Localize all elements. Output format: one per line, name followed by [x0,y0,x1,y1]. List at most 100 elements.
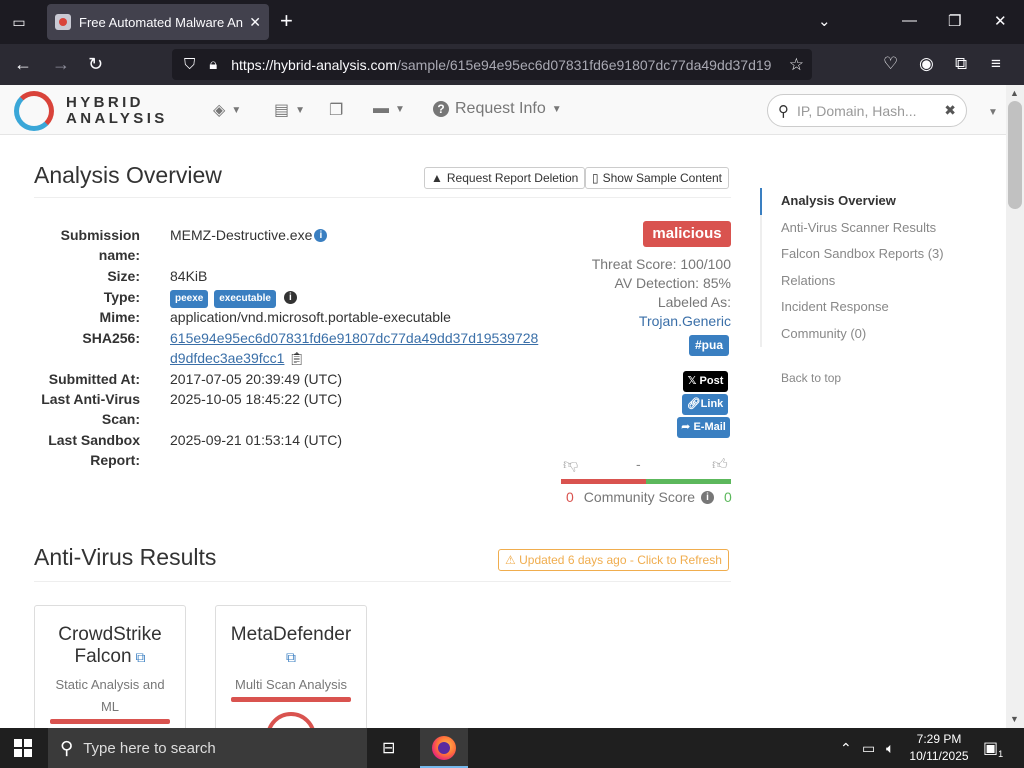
pocket-icon[interactable]: ♡ [883,54,898,74]
menu-request-info[interactable]: ? Request Info ▼ [433,100,562,118]
back-to-top-link[interactable]: Back to top [781,371,841,385]
logo-text[interactable]: HYBRID ANALYSIS [66,95,168,127]
lock-icon[interactable]: 🔒︎ [209,56,217,73]
sha256-link[interactable]: d9dfdec3ae39fcc1 [170,350,284,366]
taskbar-search-box[interactable]: ⚲ Type here to search [48,728,367,768]
browser-tab[interactable]: Free Automated Malware Analy ✕ [47,4,269,40]
network-icon[interactable]: ▭ [862,740,875,757]
caret-down-icon: ▼ [551,103,562,115]
av-result-bar [50,719,170,724]
windows-start-icon[interactable] [14,739,32,757]
notification-count: 1 [998,749,1004,760]
close-tab-icon[interactable]: ✕ [249,14,261,31]
av-card-metadefender: MetaDefender ⧉ Multi Scan Analysis [215,605,367,728]
share-x-post-button[interactable]: 𝕏 Post [683,371,728,392]
minimize-icon[interactable]: — [902,12,917,29]
label-line: Last Anti-Virus [41,391,140,407]
scroll-down-icon[interactable]: ▼ [1010,714,1019,724]
task-view-icon[interactable]: ⊟ [382,738,395,758]
side-nav-falcon-sandbox-reports[interactable]: Falcon Sandbox Reports (3) [762,241,1000,268]
header-dropdown-caret-icon[interactable]: ▼ [988,107,998,118]
main-content: Analysis Overview ▲ Request Report Deleti… [0,136,1006,728]
community-score-bar [561,479,731,484]
sha256-label: SHA256: [82,330,140,346]
av-detection: AV Detection: 85% [614,275,731,291]
last-sandbox-report-value: 2025-09-21 01:53:14 (UTC) [170,432,342,448]
info-icon[interactable]: i [700,491,714,504]
site-header: HYBRID ANALYSIS ◈ ▼ ▤ ▼ ❐ ▬ ▼ ? Request Inf… [0,85,1006,135]
menu-folder-dropdown[interactable]: ▬ ▼ [373,100,405,118]
av-sub-line: Static Analysis and [55,677,165,692]
info-icon[interactable]: i [314,229,328,242]
thumbs-down-icon[interactable]: 👎︎ [563,456,578,474]
detection-gauge [266,712,316,728]
side-nav-relations[interactable]: Relations [762,268,1000,295]
scroll-up-icon[interactable]: ▲ [1010,88,1019,98]
label-value-link[interactable]: Trojan.Generic [639,311,731,331]
external-link-icon[interactable]: ⧉ [136,649,146,665]
thumbs-up-icon[interactable]: 👍︎ [712,456,728,474]
av-card-name: CrowdStrike Falcon ⧉ [35,624,185,668]
clear-search-icon[interactable]: ✖ [944,102,956,119]
extensions-icon[interactable]: ⧉ [955,54,967,74]
window-close-icon[interactable]: ✕ [994,12,1007,30]
pua-tag[interactable]: #pua [689,335,729,356]
sha256-value: 615e94e95ec6d07831fd6e91807dc77da49dd37d… [170,328,538,369]
menu-hamburger-icon[interactable]: ≡ [991,54,1001,74]
show-sample-content-button[interactable]: ▯ Show Sample Content [585,167,730,189]
type-tag[interactable]: peexe [170,290,209,308]
menu-cube-dropdown[interactable]: ◈ ▼ [213,100,241,120]
notification-center-icon[interactable]: ▣1 [983,738,1003,759]
request-report-deletion-button[interactable]: ▲ Request Report Deletion [424,167,586,189]
logo-line-1: HYBRID [66,94,144,111]
tracking-shield-icon[interactable]: ⛉ [184,56,195,73]
type-tag[interactable]: executable [214,290,276,308]
search-input[interactable] [797,102,927,119]
bookmark-star-icon[interactable]: ☆ [789,55,804,75]
volume-icon[interactable]: 🔈︎ [886,740,894,757]
reload-icon[interactable]: ↻ [88,53,103,75]
verdict-badge: malicious [643,221,731,247]
clock-time: 7:29 PM [916,732,962,746]
hybrid-analysis-logo-icon[interactable] [14,91,54,131]
list-all-tabs-chevron-icon[interactable]: ⌄ [818,12,831,30]
back-arrow-icon[interactable]: ← [14,53,32,75]
scroll-thumb[interactable] [1008,101,1022,209]
request-deletion-label: Request Report Deletion [446,171,579,185]
taskbar-clock[interactable]: 7:29 PM 10/11/2025 [906,731,972,765]
side-nav-av-scanner-results[interactable]: Anti-Virus Scanner Results [762,215,1000,242]
account-icon[interactable]: ◉ [919,54,934,74]
restore-icon[interactable]: ❐ [948,12,961,30]
menu-copy-button[interactable]: ❐ [329,100,343,120]
tab-list-icon[interactable]: ▭ [8,11,30,33]
taskbar-firefox[interactable] [420,728,468,768]
menu-upload-dropdown[interactable]: ▤ ▼ [274,100,305,120]
tray-chevron-up-icon[interactable]: ⌃ [840,740,852,757]
av-card-crowdstrike: CrowdStrike Falcon ⧉ Static Analysis and … [34,605,186,728]
clipboard-icon[interactable]: 📋︎ [288,351,305,366]
side-nav-analysis-overview[interactable]: Analysis Overview [760,188,1000,215]
submission-name-value: MEMZ-Destructive.exe i [170,225,328,245]
info-icon[interactable]: i [283,291,297,304]
side-nav-incident-response[interactable]: Incident Response [762,294,1000,321]
share-email-label: E-Mail [693,421,726,433]
share-link-button[interactable]: 🔗︎Link [682,394,728,415]
new-tab-icon[interactable]: + [280,10,293,32]
taskbar-search-text: Type here to search [83,739,216,757]
forward-arrow-icon[interactable]: → [52,53,70,75]
share-link-label: Link [700,398,724,410]
refresh-av-button[interactable]: ⚠ Updated 6 days ago - Click to Refresh [498,549,729,571]
page-scrollbar[interactable]: ▲ ▼ [1006,85,1024,728]
sha256-link[interactable]: 615e94e95ec6d07831fd6e91807dc77da49dd37d… [170,330,538,346]
caret-down-icon: ▼ [295,104,306,116]
side-nav-community[interactable]: Community (0) [762,321,1000,348]
url-text[interactable]: https://hybrid-analysis.com/sample/615e9… [231,57,771,73]
question-circle-icon: ? [433,101,449,117]
community-score-label: Community Score [583,489,696,505]
link-icon: 🔗︎ [686,398,701,410]
search-box: ⚲ ✖ [767,94,967,127]
external-link-icon[interactable]: ⧉ [286,649,296,665]
address-bar[interactable]: ⛉ 🔒︎ https://hybrid-analysis.com/sample/… [172,49,812,80]
label-line: Report: [90,452,140,468]
share-email-button[interactable]: ➦ E-Mail [677,417,730,438]
